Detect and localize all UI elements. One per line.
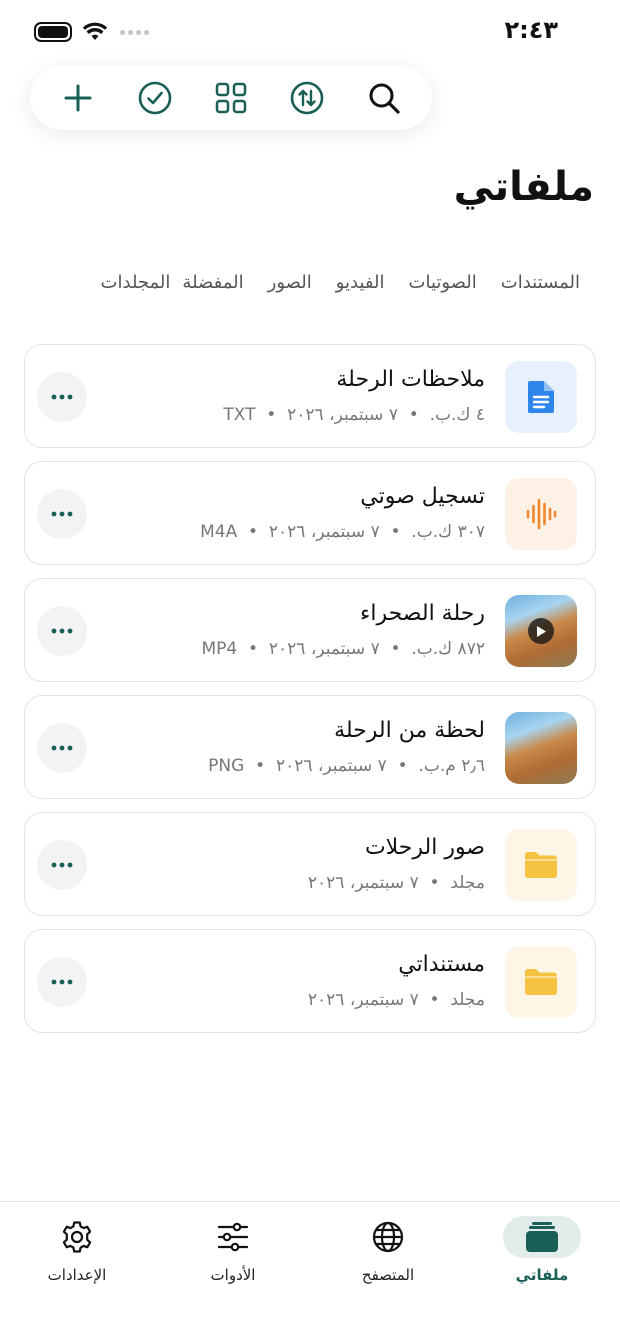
cellular-signal-icon — [120, 29, 149, 35]
files-stack-icon — [526, 1222, 558, 1252]
file-list: ملاحظات الرحلة ٤ ك.ب. • ٧ سبتمبر، ٢٠٢٦ •… — [24, 344, 596, 1046]
globe-icon — [372, 1221, 404, 1253]
wifi-icon — [82, 22, 108, 40]
more-options-button[interactable] — [37, 723, 87, 773]
nav-label: الإعدادات — [47, 1266, 107, 1284]
file-name: ملاحظات الرحلة — [336, 367, 485, 392]
bottom-tab-bar: ملفاتي المتصفح الأدوات الإعدادات — [0, 1201, 620, 1342]
file-name: لحظة من الرحلة — [334, 718, 485, 743]
folder-row[interactable]: صور الرحلات مجلد • ٧ سبتمبر، ٢٠٢٦ — [24, 812, 596, 916]
file-name: تسجيل صوتي — [360, 484, 485, 509]
search-button[interactable] — [360, 74, 408, 122]
more-options-button[interactable] — [37, 606, 87, 656]
plus-icon — [64, 84, 92, 112]
folder-icon — [525, 852, 557, 878]
nav-label: ملفاتي — [515, 1266, 569, 1284]
check-circle-icon — [138, 81, 171, 115]
file-thumbnail — [505, 361, 577, 433]
tab-videos[interactable]: الفيديو — [324, 272, 397, 293]
ellipsis-icon — [51, 979, 73, 985]
tab-photos[interactable]: الصور — [256, 272, 324, 293]
audio-wave-icon — [526, 498, 557, 530]
file-meta: ٢٫٦ م.ب. • ٧ سبتمبر، ٢٠٢٦ • PNG — [208, 756, 485, 776]
status-bar: ٢:٤٣ — [0, 0, 620, 60]
folder-icon — [525, 969, 557, 995]
grid-icon — [215, 82, 247, 114]
sort-icon — [291, 81, 324, 115]
sliders-icon — [217, 1222, 249, 1252]
ellipsis-icon — [51, 394, 73, 400]
search-icon — [369, 83, 400, 114]
file-name: رحلة الصحراء — [360, 601, 485, 626]
ellipsis-icon — [51, 628, 73, 634]
document-icon — [528, 381, 554, 413]
nav-label: الأدوات — [210, 1266, 256, 1284]
file-meta: ٤ ك.ب. • ٧ سبتمبر، ٢٠٢٦ • TXT — [223, 405, 485, 425]
tab-documents[interactable]: المستندات — [489, 272, 592, 293]
more-options-button[interactable] — [37, 372, 87, 422]
more-options-button[interactable] — [37, 840, 87, 890]
page-title: ملفاتي — [453, 164, 594, 210]
file-row[interactable]: تسجيل صوتي ٣٠٧ ك.ب. • ٧ سبتمبر، ٢٠٢٦ • M… — [24, 461, 596, 565]
nav-item-my-files[interactable]: ملفاتي — [487, 1216, 597, 1296]
file-thumbnail — [505, 478, 577, 550]
sort-button[interactable] — [283, 74, 331, 122]
file-meta: ٨٧٢ ك.ب. • ٧ سبتمبر، ٢٠٢٦ • MP4 — [201, 639, 485, 659]
add-button[interactable] — [54, 74, 102, 122]
file-row[interactable]: رحلة الصحراء ٨٧٢ ك.ب. • ٧ سبتمبر، ٢٠٢٦ •… — [24, 578, 596, 682]
file-meta: ٣٠٧ ك.ب. • ٧ سبتمبر، ٢٠٢٦ • M4A — [200, 522, 485, 542]
folder-name: صور الرحلات — [364, 835, 485, 860]
file-row[interactable]: ملاحظات الرحلة ٤ ك.ب. • ٧ سبتمبر، ٢٠٢٦ •… — [24, 344, 596, 448]
image-thumbnail — [505, 712, 577, 784]
select-button[interactable] — [131, 74, 179, 122]
tab-audio[interactable]: الصوتيات — [397, 272, 489, 293]
ellipsis-icon — [51, 745, 73, 751]
top-toolbar — [30, 66, 432, 130]
folder-thumbnail — [505, 946, 577, 1018]
nav-icon-container — [38, 1216, 116, 1258]
play-icon — [528, 618, 554, 644]
folder-name: مستنداتي — [398, 952, 485, 977]
file-meta: مجلد • ٧ سبتمبر، ٢٠٢٦ — [307, 873, 485, 893]
folder-thumbnail — [505, 829, 577, 901]
more-options-button[interactable] — [37, 957, 87, 1007]
nav-item-browser[interactable]: المتصفح — [333, 1216, 443, 1296]
nav-label: المتصفح — [361, 1266, 415, 1284]
file-meta: مجلد • ٧ سبتمبر، ٢٠٢٦ — [307, 990, 485, 1010]
nav-icon-container — [503, 1216, 581, 1258]
ellipsis-icon — [51, 511, 73, 517]
video-thumbnail — [505, 595, 577, 667]
nav-item-settings[interactable]: الإعدادات — [22, 1216, 132, 1296]
status-icons — [34, 22, 149, 42]
nav-icon-container — [194, 1216, 272, 1258]
tab-favorites[interactable]: المفضلة — [170, 272, 255, 293]
gear-icon — [62, 1221, 92, 1253]
view-mode-button[interactable] — [207, 74, 255, 122]
folder-row[interactable]: مستنداتي مجلد • ٧ سبتمبر، ٢٠٢٦ — [24, 929, 596, 1033]
nav-icon-container — [349, 1216, 427, 1258]
status-time: ٢:٤٣ — [504, 16, 558, 44]
tab-folders[interactable]: المجلدات — [89, 272, 171, 293]
category-tabs: المجلدات المفضلة الصور الفيديو الصوتيات … — [89, 272, 592, 293]
ellipsis-icon — [51, 862, 73, 868]
nav-item-tools[interactable]: الأدوات — [178, 1216, 288, 1296]
battery-icon — [34, 22, 72, 42]
file-row[interactable]: لحظة من الرحلة ٢٫٦ م.ب. • ٧ سبتمبر، ٢٠٢٦… — [24, 695, 596, 799]
more-options-button[interactable] — [37, 489, 87, 539]
